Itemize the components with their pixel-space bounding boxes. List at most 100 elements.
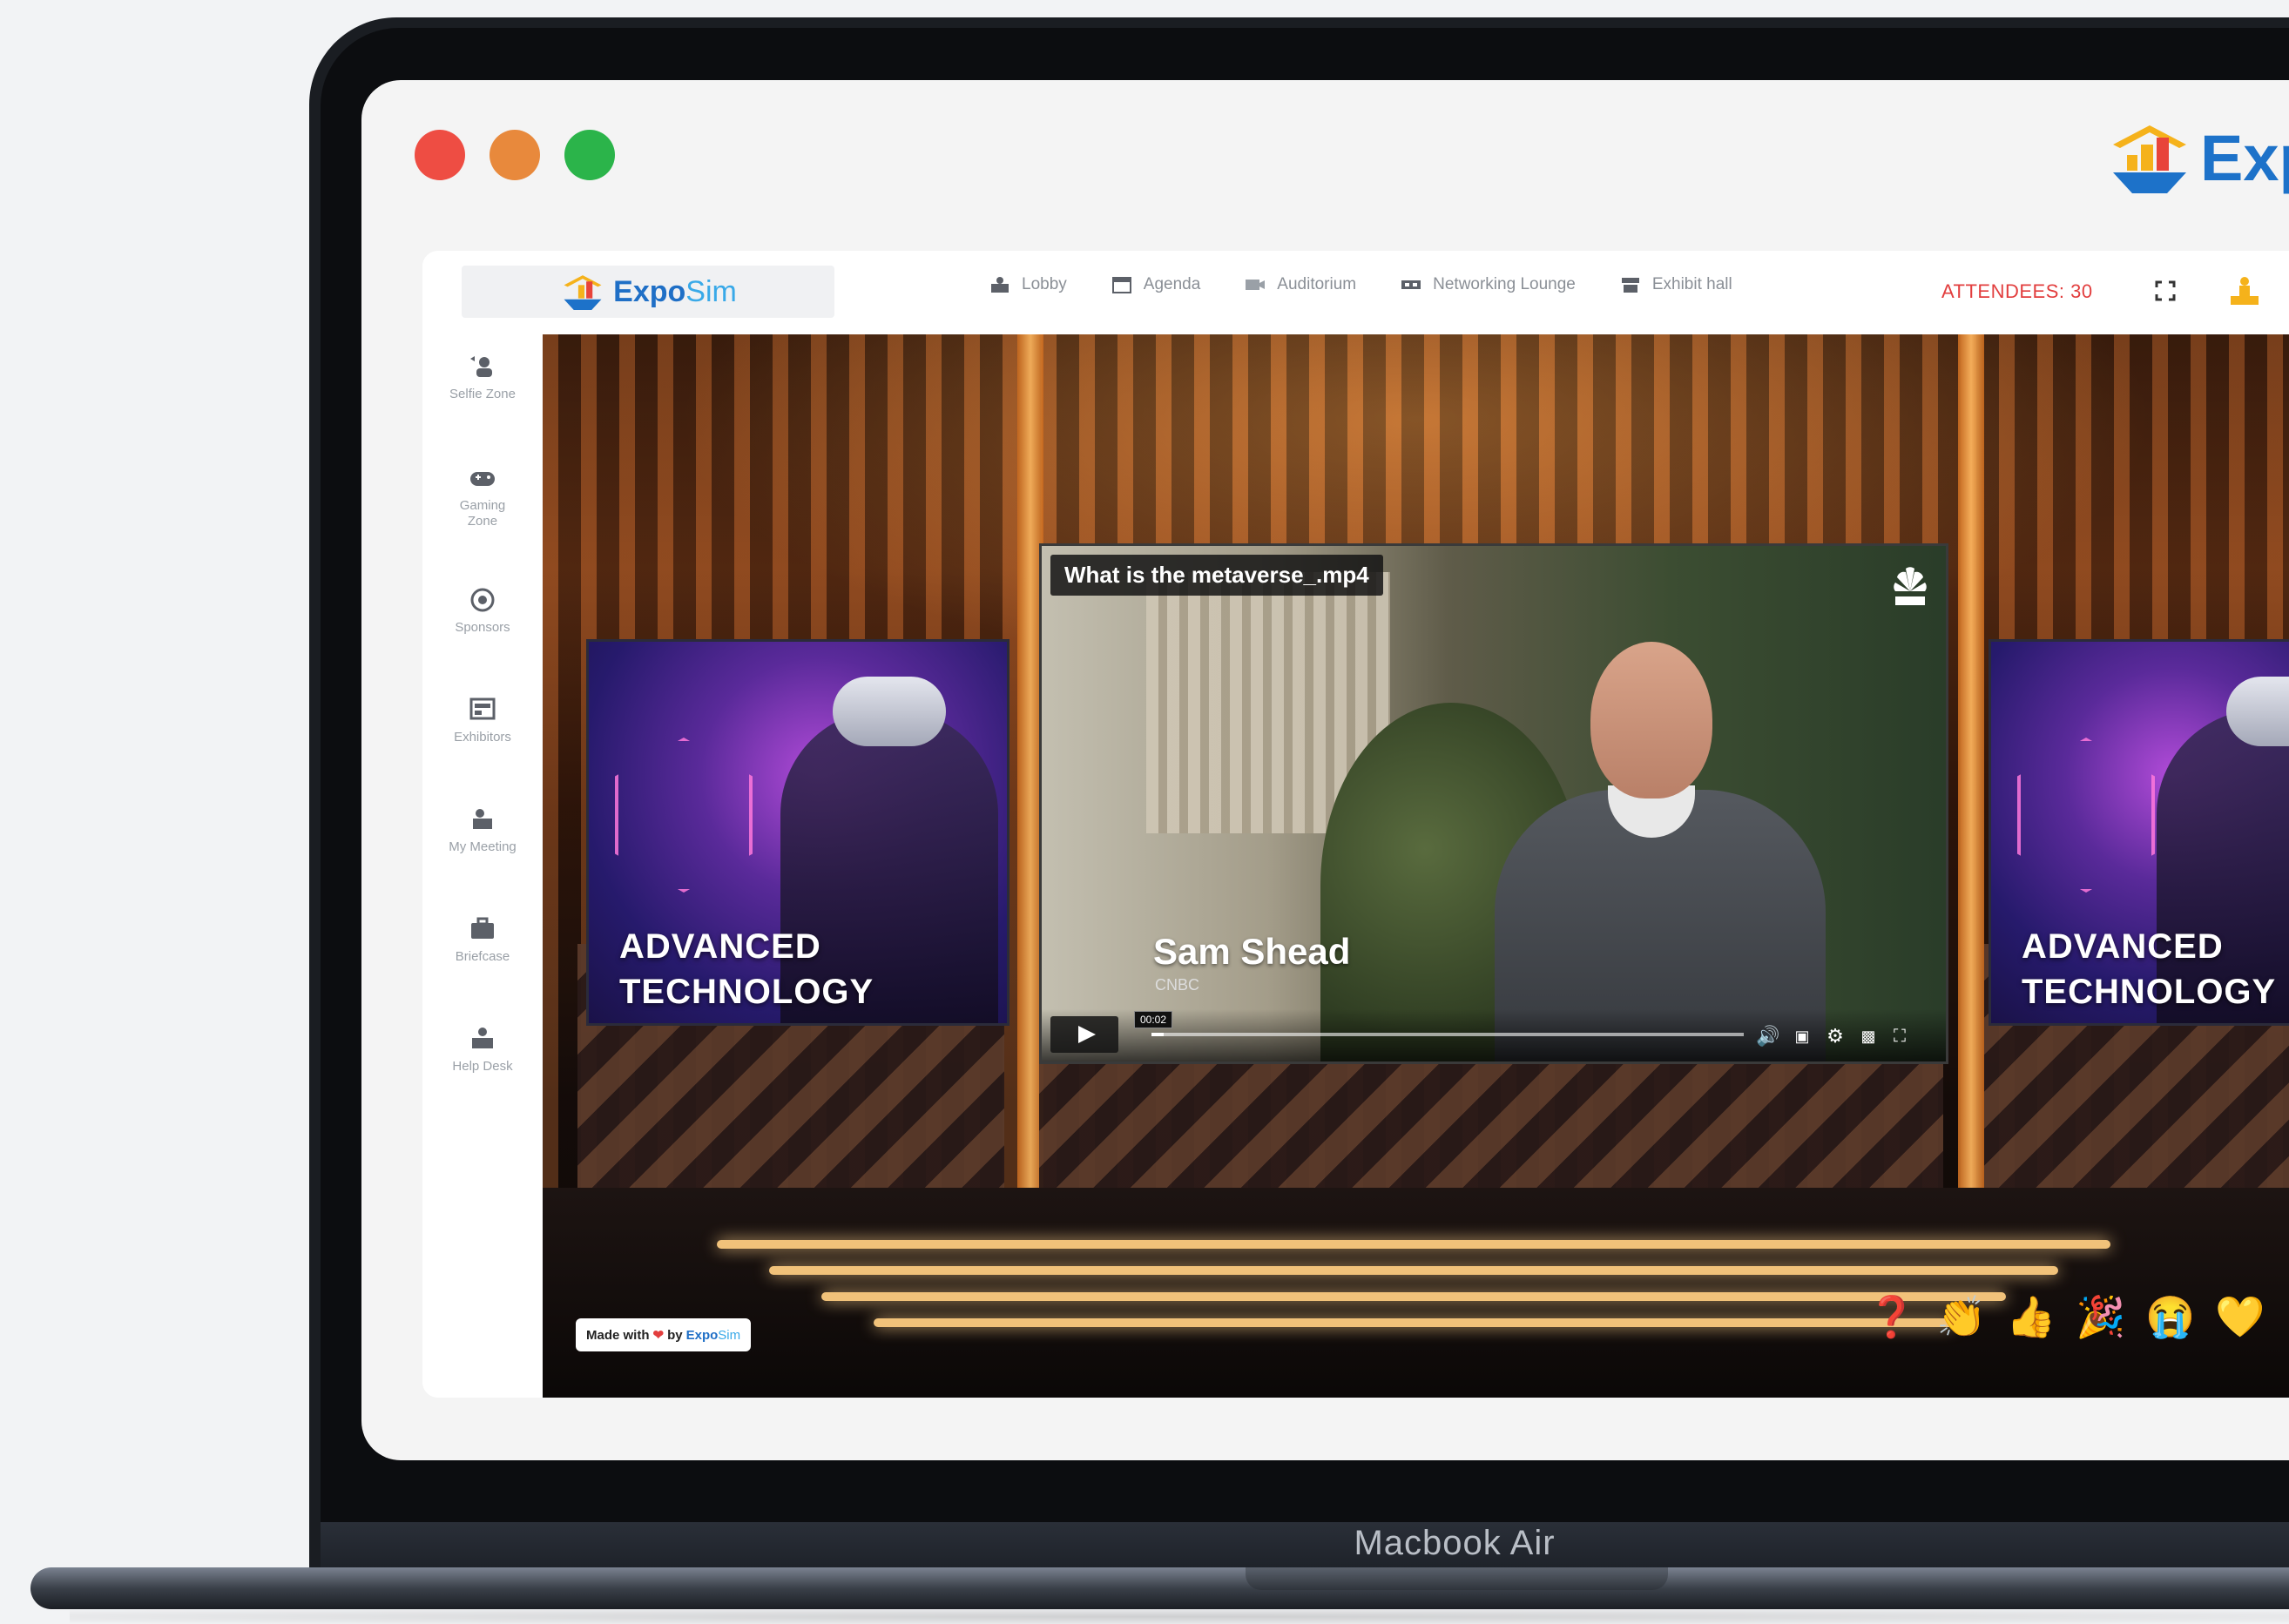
sidebar-item-exhibitors[interactable]: Exhibitors xyxy=(422,697,543,745)
side-screen-caption: ADVANCED TECHNOLOGY xyxy=(2022,924,2276,1014)
heart-icon: ❤ xyxy=(652,1328,665,1343)
auditorium-icon xyxy=(1246,280,1266,290)
sidebar-item-briefcase[interactable]: Briefcase xyxy=(422,916,543,965)
pip-icon[interactable]: ▩ xyxy=(1857,1027,1880,1046)
networking-icon xyxy=(1401,280,1421,289)
play-button[interactable] xyxy=(1050,1016,1118,1053)
sidebar-item-selfie-zone[interactable]: Selfie Zone xyxy=(422,354,543,402)
app-brand[interactable]: ExpoSim xyxy=(462,266,834,318)
sidebar-item-label: Briefcase xyxy=(455,949,510,964)
exposim-app: ExpoSim Lobby Agenda Auditorium Networki… xyxy=(422,251,2289,1398)
sad-reaction-icon[interactable]: 😭 xyxy=(2145,1292,2195,1341)
sidebar-item-my-meeting[interactable]: My Meeting xyxy=(422,806,543,855)
left-sidebar: Selfie Zone Gaming Zone Sponsors Exhibit… xyxy=(422,334,543,1398)
help-desk-icon xyxy=(472,1028,493,1048)
video-controls: 00:02 🔊 ▣ ⚙ ▩ ⛶ xyxy=(1042,1009,1946,1061)
sidebar-item-label: Exhibitors xyxy=(454,730,511,745)
selfie-icon xyxy=(470,356,492,377)
nav-exhibit-hall[interactable]: Exhibit hall xyxy=(1619,275,1732,294)
presenter-head xyxy=(1590,642,1712,799)
hexagon-graphic xyxy=(2017,738,2155,893)
top-brand-logo: Exp xyxy=(2106,118,2289,197)
exposim-logo-icon xyxy=(2113,125,2186,193)
exhibitors-icon xyxy=(469,697,496,720)
stage-step-light xyxy=(874,1318,1954,1327)
caption-line-2: TECHNOLOGY xyxy=(2022,973,2277,1011)
fullscreen-icon[interactable] xyxy=(2151,277,2179,305)
auditorium-stage: ADVANCED TECHNOLOGY ADVANCED TECHNOLOGY xyxy=(543,334,2289,1398)
thumbs-up-reaction-icon[interactable]: 👍 xyxy=(2006,1292,2056,1341)
reaction-bar: ❓ 👏 👍 🎉 😭 💛 xyxy=(1867,1292,2265,1341)
video-presenter xyxy=(1477,642,1843,1061)
nav-networking-lounge[interactable]: Networking Lounge xyxy=(1400,275,1576,294)
side-screen-caption: ADVANCED TECHNOLOGY xyxy=(619,924,874,1014)
app-brand-name: ExpoSim xyxy=(613,274,737,308)
top-logo-text: Exp xyxy=(2200,121,2289,194)
main-nav: Lobby Agenda Auditorium Networking Loung… xyxy=(989,275,1776,294)
badge-by: by xyxy=(667,1327,683,1343)
sidebar-item-label: Help Desk xyxy=(452,1059,513,1074)
laptop-shadow xyxy=(70,1609,2289,1624)
meeting-icon xyxy=(473,809,492,829)
nav-label: Exhibit hall xyxy=(1651,275,1732,293)
lobby-icon xyxy=(991,277,1009,293)
sidebar-item-sponsors[interactable]: Sponsors xyxy=(422,587,543,636)
nav-agenda[interactable]: Agenda xyxy=(1111,275,1201,294)
speaker-name: Sam Shead xyxy=(1153,931,1351,972)
exhibit-hall-icon xyxy=(1621,278,1639,293)
question-reaction-icon[interactable]: ❓ xyxy=(1867,1292,1916,1341)
settings-icon[interactable]: ⚙ xyxy=(1824,1027,1847,1046)
sponsors-icon xyxy=(470,588,495,612)
video-title: What is the metaverse_.mp4 xyxy=(1050,555,1383,596)
clap-reaction-icon[interactable]: 👏 xyxy=(1936,1292,1986,1341)
party-reaction-icon[interactable]: 🎉 xyxy=(2076,1292,2125,1341)
minimize-window-button[interactable] xyxy=(490,130,540,180)
maximize-window-button[interactable] xyxy=(564,130,615,180)
stage-step-light xyxy=(769,1266,2058,1275)
sidebar-item-help-desk[interactable]: Help Desk xyxy=(422,1026,543,1075)
nav-label: Auditorium xyxy=(1277,275,1357,293)
nav-lobby[interactable]: Lobby xyxy=(989,275,1067,294)
stage-pillar xyxy=(1958,334,1984,1196)
vr-headset-image xyxy=(833,677,946,746)
caption-line-2: TECHNOLOGY xyxy=(619,973,874,1011)
caption-line-1: ADVANCED xyxy=(619,927,821,966)
caption-line-1: ADVANCED xyxy=(2022,927,2224,966)
stage-step-light xyxy=(717,1240,2110,1249)
sidebar-item-label: Sponsors xyxy=(455,620,510,635)
fullscreen-video-icon[interactable]: ⛶ xyxy=(1888,1027,1911,1046)
stage-step-light xyxy=(821,1292,2006,1301)
laptop-notch xyxy=(1246,1567,1668,1590)
captions-icon[interactable]: ▣ xyxy=(1791,1027,1813,1046)
progress-bar[interactable] xyxy=(1151,1033,1744,1036)
heart-reaction-icon[interactable]: 💛 xyxy=(2215,1292,2265,1341)
close-window-button[interactable] xyxy=(415,130,465,180)
nav-label: Networking Lounge xyxy=(1433,275,1576,293)
sidebar-item-gaming-zone[interactable]: Gaming Zone xyxy=(422,465,543,529)
briefcase-icon xyxy=(471,917,494,939)
calendar-icon xyxy=(1111,277,1131,293)
side-screen-left: ADVANCED TECHNOLOGY xyxy=(586,639,1009,1026)
stage-wall-center xyxy=(1039,1057,1943,1188)
hexagon-graphic xyxy=(615,738,753,893)
nav-label: Agenda xyxy=(1143,275,1201,293)
badge-text: Made with xyxy=(586,1327,650,1343)
time-tooltip: 00:02 xyxy=(1134,1011,1173,1028)
exposim-logo-icon xyxy=(564,275,602,310)
badge-brand-2: Sim xyxy=(718,1327,741,1343)
device-label: Macbook Air xyxy=(1354,1524,1556,1562)
video-player[interactable]: What is the metaverse_.mp4 Sam Shead CNB… xyxy=(1039,543,1948,1064)
vr-headset-image xyxy=(2226,677,2289,746)
cnbc-logo-icon xyxy=(1894,567,1927,605)
nav-label: Lobby xyxy=(1022,275,1067,293)
leaderboard-icon[interactable] xyxy=(2227,273,2262,308)
badge-brand-1: Expo xyxy=(685,1327,719,1343)
volume-icon[interactable]: 🔊 xyxy=(1756,1027,1779,1046)
sidebar-item-label: Gaming Zone xyxy=(459,498,506,529)
sidebar-item-label: My Meeting xyxy=(449,839,517,854)
top-nav-bar: ExpoSim Lobby Agenda Auditorium Networki… xyxy=(422,251,2289,334)
nav-auditorium[interactable]: Auditorium xyxy=(1244,275,1356,294)
laptop-base xyxy=(30,1567,2289,1609)
sidebar-item-label: Selfie Zone xyxy=(449,387,516,401)
made-with-badge[interactable]: Made with ❤ by Expo Sim xyxy=(576,1318,752,1351)
